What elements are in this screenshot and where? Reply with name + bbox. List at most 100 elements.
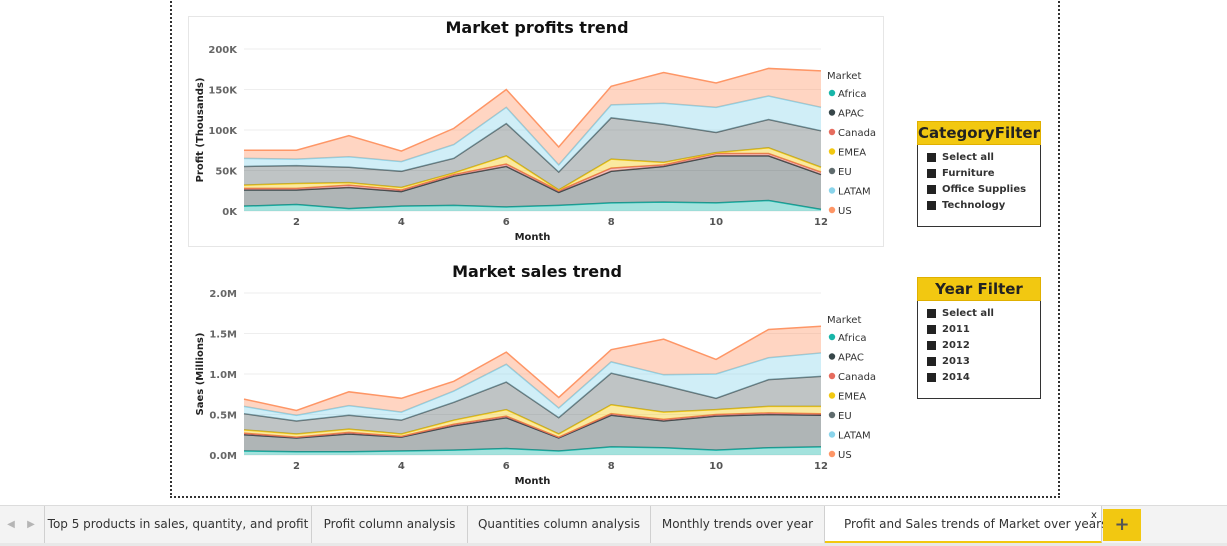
x-axis-label: Month <box>515 232 551 243</box>
checkbox-icon <box>927 356 936 366</box>
legend-label: LATAM <box>838 431 871 442</box>
year-filter-slicer[interactable]: Year Filter Select all 2011 2012 2013 20… <box>917 277 1041 399</box>
legend-title: Market <box>827 315 861 326</box>
category-filter-title: CategoryFilter <box>917 121 1041 145</box>
y-tick-label: 50K <box>215 167 238 178</box>
legend-marker-canada <box>828 128 836 136</box>
checkbox-icon <box>927 184 936 194</box>
year-option-2013[interactable]: 2013 <box>918 353 1040 369</box>
y-tick-label: 100K <box>208 126 238 137</box>
y-axis-label: Saes (Millions) <box>195 333 206 416</box>
legend-marker-africa <box>828 333 836 341</box>
legend-marker-eu <box>828 167 836 175</box>
year-option-label: Select all <box>942 307 994 319</box>
category-option-label: Technology <box>942 199 1006 211</box>
x-tick-label: 12 <box>814 461 828 472</box>
x-tick-label: 2 <box>293 461 300 472</box>
year-filter-title: Year Filter <box>917 277 1041 301</box>
legend-label: Africa <box>838 333 867 344</box>
legend-marker-emea <box>828 148 836 155</box>
category-option-select-all[interactable]: Select all <box>918 149 1040 165</box>
year-option-select-all[interactable]: Select all <box>918 305 1040 321</box>
y-tick-label: 150K <box>208 86 238 97</box>
checkbox-icon <box>927 308 936 318</box>
tab-next-icon[interactable]: ▶ <box>22 506 40 544</box>
close-tab-icon[interactable]: x <box>1091 510 1097 521</box>
legend-label: EU <box>838 167 852 178</box>
add-page-button[interactable]: + <box>1103 509 1141 541</box>
legend-marker-canada <box>828 372 836 380</box>
legend-marker-apac <box>828 353 836 360</box>
category-option-label: Furniture <box>942 167 995 179</box>
x-tick-label: 10 <box>709 461 723 472</box>
checkbox-icon <box>927 168 936 178</box>
year-option-label: 2011 <box>942 323 970 335</box>
legend-label: APAC <box>838 109 864 120</box>
y-tick-label: 0K <box>222 207 238 218</box>
y-tick-label: 2.0M <box>209 289 237 300</box>
tab-top-5-products[interactable]: Top 5 products in sales, quantity, and p… <box>44 506 312 544</box>
tab-profit-sales-trends[interactable]: Profit and Sales trends of Market over y… <box>825 506 1107 544</box>
x-tick-label: 2 <box>293 217 300 228</box>
category-option-label: Select all <box>942 151 994 163</box>
checkbox-icon <box>927 340 936 350</box>
category-option-label: Office Supplies <box>942 183 1027 195</box>
category-filter-slicer[interactable]: CategoryFilter Select all Furniture Offi… <box>917 121 1041 227</box>
sales-trend-svg: Market sales trend 0.0M 0.5M 1.0M 1.5M 2.0M 2 4… <box>195 262 876 487</box>
legend-marker-latam <box>828 431 836 438</box>
y-tick-label: 0.5M <box>209 411 237 422</box>
x-tick-label: 10 <box>709 217 723 228</box>
report-canvas: Market profits trend 0K 50K 100K 150K 200K 2 4 6… <box>170 0 1060 498</box>
y-axis-label: Profit (Thousands) <box>195 78 206 183</box>
legend-label: EMEA <box>838 392 866 403</box>
tab-profit-column-analysis[interactable]: Profit column analysis <box>312 506 468 544</box>
checkbox-icon <box>927 152 936 162</box>
legend-label: US <box>838 450 852 461</box>
checkbox-icon <box>927 372 936 382</box>
legend-marker-africa <box>828 89 836 97</box>
category-option-office-supplies[interactable]: Office Supplies <box>918 181 1040 197</box>
tab-prev-icon[interactable]: ◀ <box>2 506 20 544</box>
legend-marker-latam <box>828 187 836 194</box>
legend-marker-eu <box>828 411 836 419</box>
year-option-label: 2014 <box>942 371 970 383</box>
year-option-2012[interactable]: 2012 <box>918 337 1040 353</box>
year-option-2011[interactable]: 2011 <box>918 321 1040 337</box>
chart-title: Market sales trend <box>452 262 622 281</box>
x-tick-label: 4 <box>398 217 405 228</box>
tab-monthly-trends[interactable]: Monthly trends over year <box>651 506 825 544</box>
checkbox-icon <box>927 324 936 334</box>
checkbox-icon <box>927 200 936 210</box>
y-tick-label: 1.0M <box>209 370 237 381</box>
legend-label: Africa <box>838 89 867 100</box>
legend-label: EMEA <box>838 148 866 159</box>
category-option-furniture[interactable]: Furniture <box>918 165 1040 181</box>
y-tick-label: 0.0M <box>209 451 237 462</box>
legend-marker-emea <box>828 392 836 399</box>
chart-title: Market profits trend <box>445 18 628 37</box>
x-tick-label: 12 <box>814 217 828 228</box>
profits-trend-chart[interactable]: Market profits trend 0K 50K 100K 150K 200K 2 4 6… <box>188 16 884 247</box>
legend-label: US <box>838 206 852 217</box>
legend-label: LATAM <box>838 187 871 198</box>
profits-trend-svg: Market profits trend 0K 50K 100K 150K 200K 2 4 6… <box>195 18 876 243</box>
sales-trend-chart[interactable]: Market sales trend 0.0M 0.5M 1.0M 1.5M 2.0M 2 4… <box>188 260 884 491</box>
tab-quantities-column-analysis[interactable]: Quantities column analysis <box>468 506 651 544</box>
x-tick-label: 4 <box>398 461 405 472</box>
legend-title: Market <box>827 71 861 82</box>
x-tick-label: 8 <box>608 461 615 472</box>
x-tick-label: 8 <box>608 217 615 228</box>
legend-marker-apac <box>828 109 836 116</box>
y-tick-label: 1.5M <box>209 330 237 341</box>
y-tick-label: 200K <box>208 45 238 56</box>
legend-label: Canada <box>838 372 876 383</box>
legend-marker-us <box>828 206 836 214</box>
x-tick-label: 6 <box>503 461 510 472</box>
category-option-technology[interactable]: Technology <box>918 197 1040 213</box>
legend-marker-us <box>828 450 836 458</box>
x-tick-label: 6 <box>503 217 510 228</box>
legend-label: EU <box>838 411 852 422</box>
year-option-2014[interactable]: 2014 <box>918 369 1040 385</box>
x-axis-label: Month <box>515 476 551 487</box>
legend-label: Canada <box>838 128 876 139</box>
